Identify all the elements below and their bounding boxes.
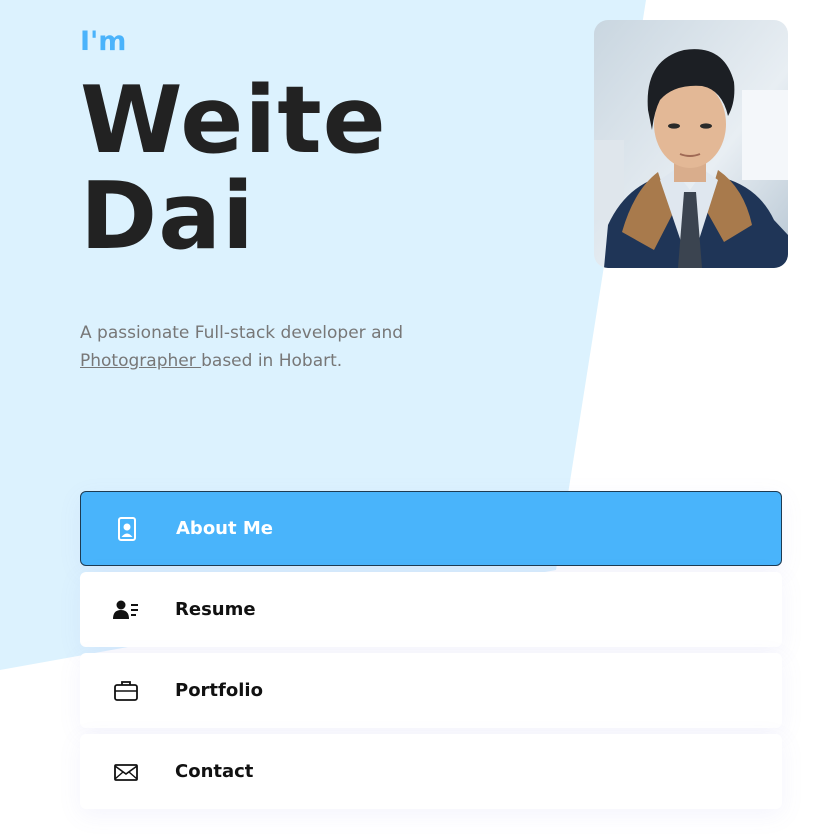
menu-item-label: Portfolio bbox=[175, 680, 263, 701]
photographer-link[interactable]: Photographer bbox=[80, 351, 201, 371]
user-list-icon bbox=[112, 596, 140, 624]
envelope-icon bbox=[112, 758, 140, 786]
tagline-location: based in Hobart. bbox=[201, 351, 343, 371]
menu-item-portfolio[interactable]: Portfolio bbox=[80, 653, 782, 728]
profile-photo-image bbox=[594, 20, 788, 268]
menu-item-label: Contact bbox=[175, 761, 254, 782]
menu-item-resume[interactable]: Resume bbox=[80, 572, 782, 647]
menu-item-contact[interactable]: Contact bbox=[80, 734, 782, 809]
page-title: Weite Dai bbox=[80, 72, 387, 264]
tagline: A passionate Full-stack developer and Ph… bbox=[80, 319, 460, 375]
id-badge-icon bbox=[113, 515, 141, 543]
menu-item-label: About Me bbox=[176, 518, 273, 539]
main-menu: About Me Resume Portfolio Contact bbox=[80, 491, 782, 815]
profile-photo bbox=[594, 20, 788, 268]
menu-item-about-me[interactable]: About Me bbox=[80, 491, 782, 566]
last-name: Dai bbox=[80, 162, 255, 270]
first-name: Weite bbox=[80, 66, 387, 174]
briefcase-icon bbox=[112, 677, 140, 705]
menu-item-label: Resume bbox=[175, 599, 256, 620]
intro-text: I'm bbox=[80, 26, 127, 57]
tagline-line-2: Photographer based in Hobart. bbox=[80, 347, 460, 375]
tagline-line-1: A passionate Full-stack developer and bbox=[80, 323, 404, 343]
